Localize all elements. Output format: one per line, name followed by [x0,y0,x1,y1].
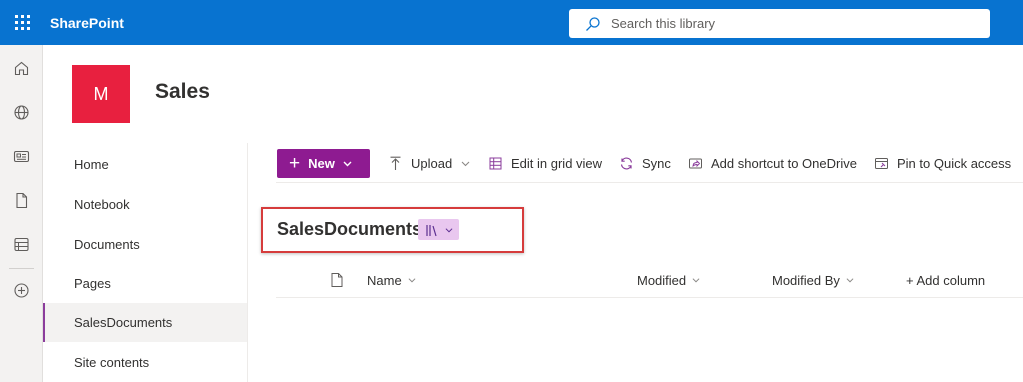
sync-icon [620,157,633,169]
grid-icon [489,157,502,169]
new-button-label: New [308,156,335,171]
file-type-column[interactable] [331,262,343,298]
command-bar: + New Upload Edit in grid view Sync Add … [276,143,1023,183]
create-icon[interactable] [0,274,43,306]
app-launcher-icon[interactable] [0,0,44,45]
pin-quick-access-button[interactable]: Pin to Quick access [874,152,1011,174]
sync-label: Sync [642,155,671,171]
brand-name[interactable]: SharePoint [50,15,124,31]
nav-item-label: Pages [74,276,111,291]
list-icon[interactable] [0,228,43,260]
edit-grid-view-label: Edit in grid view [511,155,603,171]
upload-label: Upload [411,155,453,171]
left-rail [0,45,43,382]
column-header-modified[interactable]: Modified [637,262,700,298]
edit-grid-view-button[interactable]: Edit in grid view [488,152,602,174]
chevron-down-icon [692,278,700,283]
file-type-icon [331,273,343,287]
search-icon [586,16,600,31]
sync-button[interactable]: Sync [619,152,671,174]
add-shortcut-label: Add shortcut to OneDrive [711,155,857,171]
upload-button[interactable]: Upload [388,152,470,174]
add-shortcut-button[interactable]: Add shortcut to OneDrive [688,152,857,174]
chevron-down-icon [846,278,854,283]
add-column-label: + Add column [906,272,986,288]
search-box[interactable] [569,9,990,38]
nav-item-documents[interactable]: Documents [43,225,247,264]
new-button[interactable]: + New [277,149,370,178]
globe-icon[interactable] [0,96,43,128]
column-header-label: Name [367,272,402,288]
rail-divider [9,268,34,269]
column-header-label: Modified By [772,272,840,288]
nav-item-pages[interactable]: Pages [43,264,247,303]
home-icon[interactable] [0,52,43,84]
site-navigation: Home Notebook Documents Pages SalesDocum… [43,143,248,382]
site-logo[interactable]: M [72,65,130,123]
chevron-down-icon [408,278,416,283]
column-headers: Name Modified Modified By + Add column [276,262,1023,298]
add-column-button[interactable]: + Add column [906,262,985,298]
nav-item-label: SalesDocuments [74,315,173,330]
news-icon[interactable] [0,140,43,172]
nav-item-label: Site contents [74,355,150,370]
nav-item-notebook[interactable]: Notebook [43,185,247,224]
nav-item-site-contents[interactable]: Site contents [43,343,247,382]
upload-icon [390,156,401,170]
pin-icon [875,157,888,169]
plus-icon: + [289,153,301,174]
nav-item-salesdocuments[interactable]: SalesDocuments [43,303,247,342]
search-input[interactable] [611,16,951,31]
pin-quick-access-label: Pin to Quick access [897,155,1012,171]
column-header-label: Modified [637,272,687,288]
highlight-annotation-box [261,207,524,253]
nav-item-label: Documents [74,237,140,252]
nav-item-label: Home [74,157,109,172]
nav-item-label: Notebook [74,197,130,212]
suite-bar: SharePoint [0,0,1023,45]
column-header-modified-by[interactable]: Modified By [772,262,854,298]
chevron-down-icon [461,161,470,166]
file-icon[interactable] [0,184,43,216]
chevron-down-icon [343,161,352,167]
nav-item-home[interactable]: Home [43,145,247,184]
site-title[interactable]: Sales [155,80,210,104]
column-header-name[interactable]: Name [367,262,416,298]
shortcut-icon [689,158,702,168]
